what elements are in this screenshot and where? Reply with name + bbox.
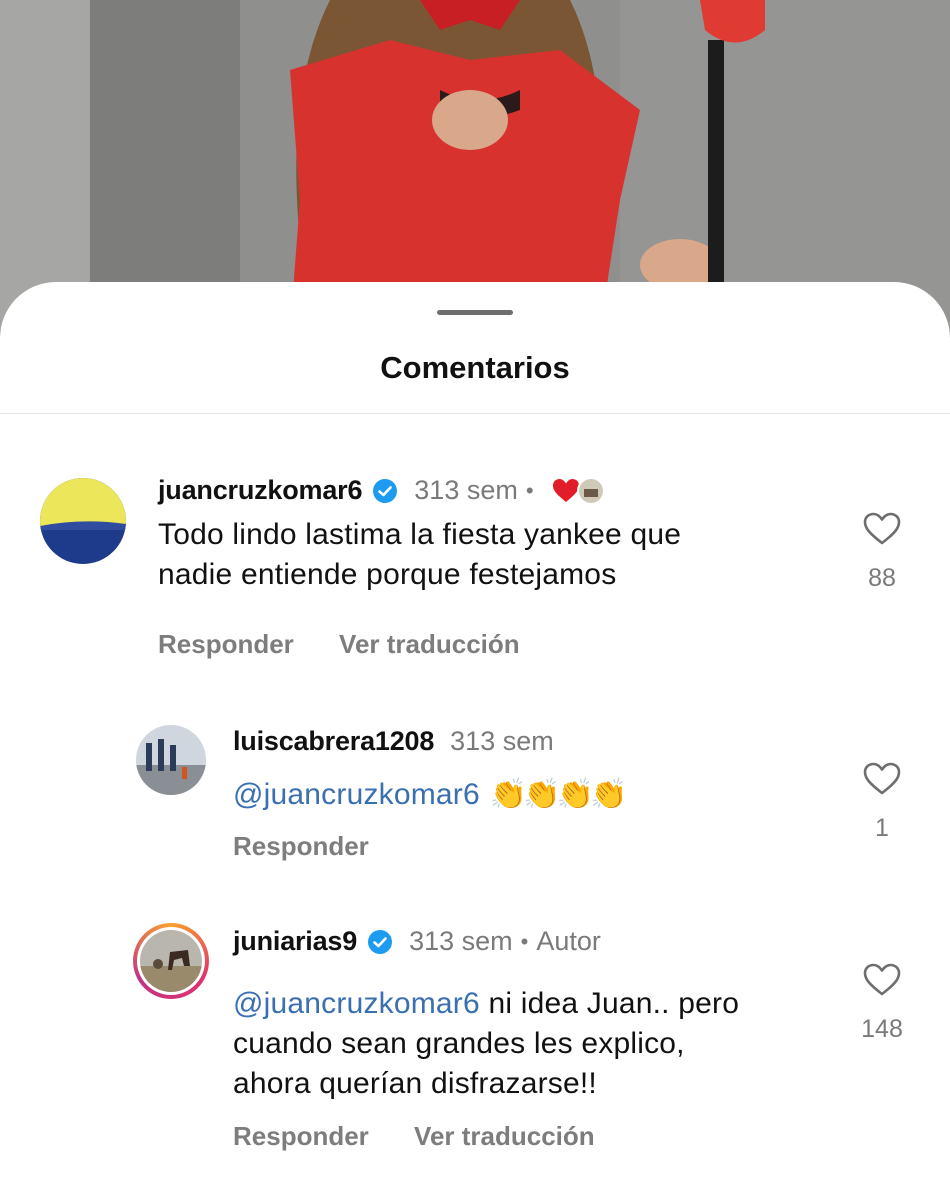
- comment-timestamp: 313 sem: [409, 926, 513, 956]
- comment-username[interactable]: luiscabrera1208: [233, 726, 434, 757]
- heart-outline-icon: [863, 512, 901, 545]
- like-count: 148: [861, 1015, 903, 1043]
- avatar[interactable]: [136, 725, 206, 795]
- avatar[interactable]: [133, 923, 209, 999]
- heart-filled-icon: [552, 478, 579, 502]
- like-count: 1: [875, 814, 889, 842]
- comment-text: Todo lindo lastima la fiesta yankee que …: [158, 518, 682, 591]
- comment-username[interactable]: juancruzkomar6: [158, 475, 362, 506]
- like-button[interactable]: 1: [852, 762, 912, 843]
- comment-text: @juancruzkomar6 ni idea Juan.. pero cuan…: [233, 987, 740, 1100]
- divider: [0, 413, 950, 414]
- reply-button[interactable]: Responder: [233, 1121, 369, 1151]
- mention-link[interactable]: @juancruzkomar6: [233, 778, 480, 811]
- verified-badge-icon: [367, 929, 393, 955]
- sheet-title: Comentarios: [380, 350, 570, 385]
- reply-button[interactable]: Responder: [158, 629, 294, 659]
- like-button[interactable]: 148: [852, 963, 912, 1044]
- see-translation-button[interactable]: Ver traducción: [339, 629, 520, 659]
- see-translation-button[interactable]: Ver traducción: [414, 1121, 595, 1151]
- comments-sheet: Comentarios juancruzkomar6 313 sem • Tod…: [0, 282, 950, 1183]
- heart-outline-icon: [863, 963, 901, 996]
- comment-username[interactable]: juniarias9: [233, 926, 357, 957]
- author-avatar-mini: [576, 476, 605, 505]
- like-count: 88: [868, 564, 896, 592]
- comment-timestamp: 313 sem: [450, 726, 554, 756]
- heart-outline-icon: [863, 762, 901, 795]
- avatar[interactable]: [40, 478, 126, 564]
- sheet-drag-handle[interactable]: [437, 310, 513, 315]
- author-like-reaction: [552, 476, 605, 505]
- post-photo: [0, 0, 950, 330]
- mention-link[interactable]: @juancruzkomar6: [233, 987, 480, 1020]
- author-label: Autor: [536, 926, 601, 956]
- comment-text: @juancruzkomar6 👏👏👏👏: [233, 775, 627, 815]
- clap-emoji: 👏👏👏👏: [489, 778, 627, 811]
- separator-dot: •: [520, 928, 529, 954]
- reply-button[interactable]: Responder: [233, 831, 369, 861]
- verified-badge-icon: [372, 478, 398, 504]
- comment-timestamp: 313 sem: [414, 475, 518, 505]
- separator-dot: •: [525, 477, 534, 503]
- like-button[interactable]: 88: [852, 512, 912, 593]
